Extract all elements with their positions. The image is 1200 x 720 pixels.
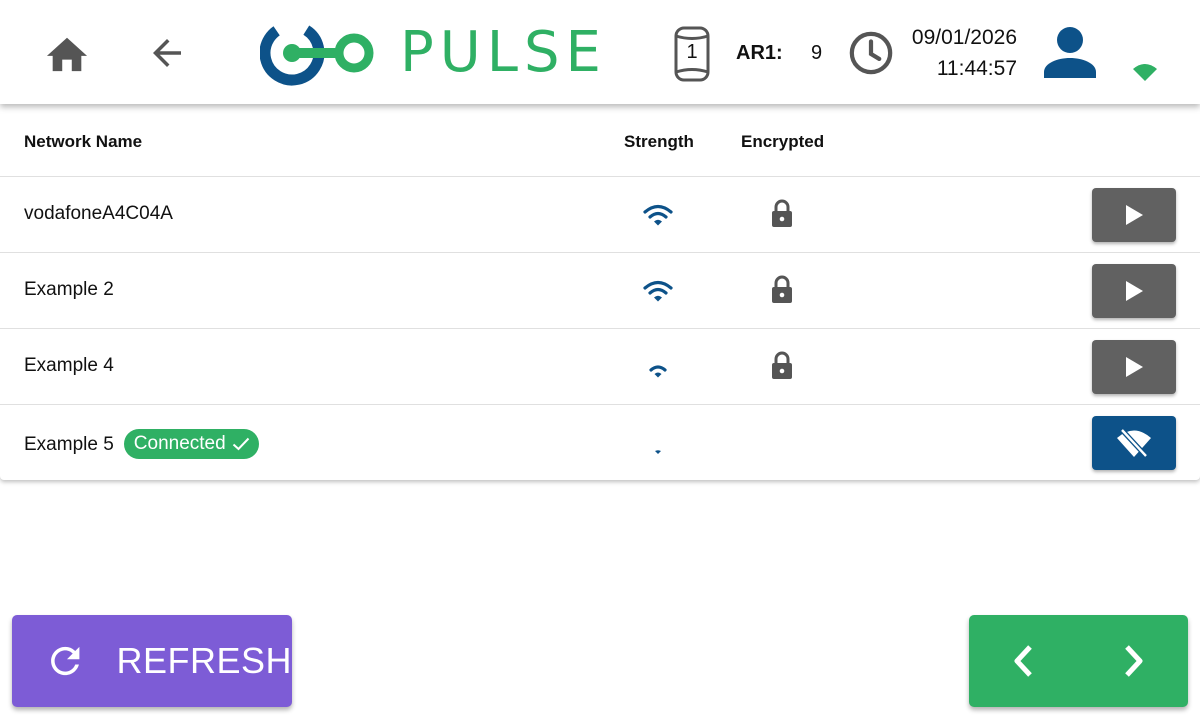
table-row: Example 4	[0, 329, 1200, 405]
ar-label: AR1:	[736, 42, 783, 64]
network-table: Network Name Strength Encrypted vodafone…	[0, 104, 1200, 480]
pagination-controls	[969, 615, 1188, 707]
network-name-cell: Example 5 Connected	[24, 429, 259, 459]
column-header-strength: Strength	[624, 132, 694, 151]
arrow-left-icon	[153, 39, 181, 67]
column-header-encrypted: Encrypted	[741, 132, 825, 151]
chevron-left-icon	[1014, 645, 1032, 677]
table-row: Example 2	[0, 253, 1200, 329]
table-row: vodafoneA4C04A	[0, 177, 1200, 253]
home-button[interactable]	[42, 28, 92, 78]
disconnect-button[interactable]	[1092, 416, 1176, 470]
connect-button[interactable]	[1092, 264, 1176, 318]
connect-button[interactable]	[1092, 188, 1176, 242]
wifi-strength-1-icon	[655, 450, 661, 454]
clock-icon	[849, 31, 893, 75]
play-icon	[1126, 281, 1143, 301]
network-name-cell: Example 4	[24, 355, 114, 377]
chevron-right-icon	[1125, 645, 1143, 677]
network-name-cell: vodafoneA4C04A	[24, 203, 173, 225]
current-date: 09/01/2026	[911, 26, 1017, 49]
play-icon	[1126, 205, 1143, 225]
bottle-count: 1	[686, 41, 698, 63]
pulse-logo: PULSE	[260, 18, 607, 88]
network-name: Example 4	[24, 355, 114, 376]
bottle-counter: 1	[672, 24, 712, 82]
back-button[interactable]	[142, 28, 192, 78]
wifi-off-icon	[1117, 427, 1151, 459]
network-name: vodafoneA4C04A	[24, 203, 173, 224]
network-name-cell: Example 2	[24, 279, 114, 301]
user-button[interactable]	[1040, 26, 1100, 80]
lock-icon	[772, 275, 792, 303]
refresh-label: REFRESH	[116, 640, 292, 681]
column-header-network-name: Network Name	[24, 132, 143, 151]
wifi-strength-2-icon	[649, 365, 667, 378]
table-header: Network Name Strength Encrypted	[0, 104, 1200, 177]
ar-value: 9	[811, 42, 823, 64]
refresh-icon	[51, 646, 80, 676]
connected-badge: Connected	[123, 429, 259, 459]
current-time: 11:44:57	[936, 57, 1017, 80]
play-icon	[1126, 357, 1143, 377]
network-name: Example 2	[24, 279, 114, 300]
connected-badge-label: Connected	[133, 432, 226, 454]
home-icon	[46, 37, 88, 72]
logo-mark-icon	[260, 20, 374, 86]
table-row: Example 5 Connected	[0, 405, 1200, 480]
wifi-strength-3-icon	[643, 280, 673, 302]
logo-text: PULSE	[400, 20, 607, 85]
wifi-strength-3-icon	[643, 204, 673, 226]
connect-button[interactable]	[1092, 340, 1176, 394]
refresh-button[interactable]: REFRESH	[12, 615, 292, 707]
previous-page-button[interactable]	[969, 615, 1077, 707]
user-icon	[1044, 27, 1096, 78]
lock-icon	[772, 199, 792, 227]
check-icon	[232, 437, 249, 450]
top-bar: PULSE 1 AR1: 9 09/01/2026 11:44:57	[0, 0, 1200, 104]
network-name: Example 5	[24, 434, 114, 455]
wifi-status-icon	[1133, 64, 1157, 81]
lock-icon	[772, 351, 792, 379]
next-page-button[interactable]	[1080, 615, 1188, 707]
